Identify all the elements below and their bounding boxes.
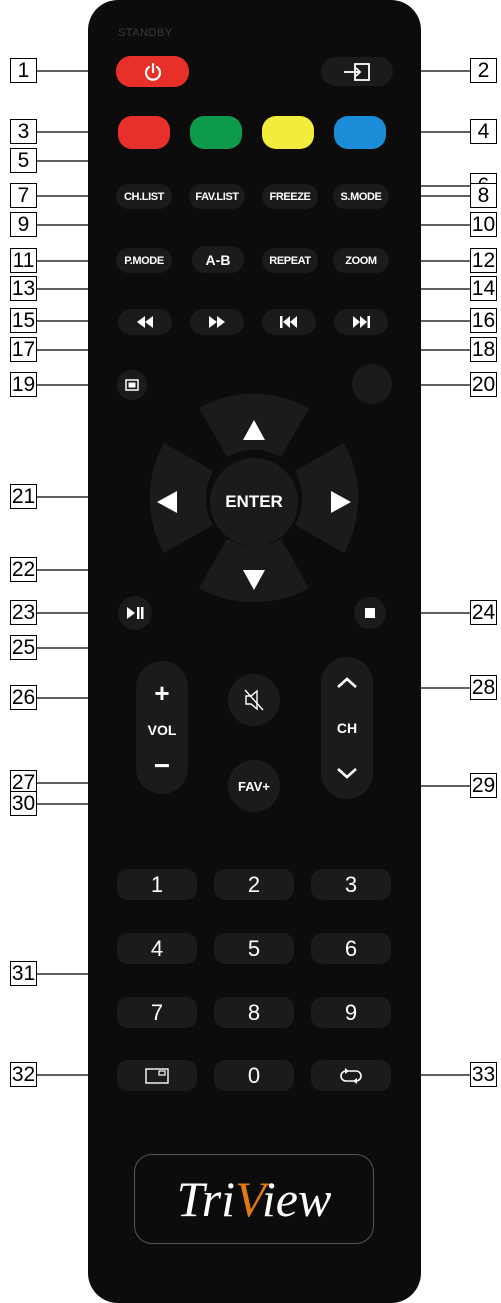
play-pause-icon — [127, 607, 144, 619]
callout-7: 7 — [10, 183, 37, 208]
fav-list-button[interactable]: FAV.LIST — [189, 184, 245, 209]
number-key-6[interactable]: 6 — [311, 933, 391, 964]
channel-label: CH — [336, 720, 358, 736]
callout-32: 32 — [10, 1062, 37, 1087]
power-icon — [144, 62, 161, 81]
callout-12: 12 — [470, 248, 497, 273]
stop-icon — [365, 608, 375, 618]
callout-23: 23 — [10, 600, 37, 625]
callout-24: 24 — [470, 600, 497, 625]
channel-rocker: CH — [321, 657, 373, 799]
number-key-1[interactable]: 1 — [117, 869, 197, 900]
volume-down-button[interactable]: − — [154, 752, 170, 780]
arrow-right-button[interactable] — [295, 443, 359, 553]
callout-9: 9 — [10, 212, 37, 237]
callout-20: 20 — [470, 372, 497, 397]
callout-16: 16 — [470, 308, 497, 333]
a-b-button[interactable]: A-B — [192, 246, 244, 273]
stop-button[interactable] — [354, 597, 386, 629]
p-mode-button[interactable]: P.MODE — [116, 248, 172, 273]
number-key-5[interactable]: 5 — [214, 933, 294, 964]
callout-33: 33 — [470, 1062, 497, 1087]
green-button[interactable] — [190, 116, 242, 149]
volume-up-button[interactable]: + — [154, 680, 169, 706]
callout-21: 21 — [10, 484, 37, 509]
rewind-icon — [137, 316, 153, 328]
number-key-0[interactable]: 0 — [214, 1060, 294, 1091]
next-track-icon — [353, 316, 370, 328]
callout-15: 15 — [10, 308, 37, 333]
number-key-9[interactable]: 9 — [311, 997, 391, 1028]
power-button[interactable] — [116, 56, 189, 87]
s-mode-button[interactable]: S.MODE — [333, 184, 389, 209]
screen-icon — [125, 379, 139, 391]
rewind-button[interactable] — [118, 309, 172, 335]
number-key-3[interactable]: 3 — [311, 869, 391, 900]
arrow-left-button[interactable] — [149, 443, 213, 553]
volume-rocker: + VOL − — [136, 661, 188, 794]
red-button[interactable] — [118, 116, 170, 149]
return-icon — [340, 1067, 362, 1084]
freeze-button[interactable]: FREEZE — [262, 184, 318, 209]
callout-29: 29 — [470, 773, 497, 798]
return-button[interactable] — [311, 1060, 391, 1091]
logo-text: TriView — [176, 1171, 332, 1227]
number-key-7[interactable]: 7 — [117, 997, 197, 1028]
callout-25: 25 — [10, 635, 37, 660]
triview-logo: TriView — [134, 1154, 374, 1244]
fast-forward-button[interactable] — [190, 309, 244, 335]
number-key-2[interactable]: 2 — [214, 869, 294, 900]
fav-plus-button[interactable]: FAV+ — [228, 760, 280, 812]
callout-10: 10 — [470, 212, 497, 237]
standby-label: STANDBY — [118, 27, 173, 39]
callout-4: 4 — [470, 119, 497, 144]
callout-31: 31 — [10, 961, 37, 986]
callout-1: 1 — [10, 58, 37, 83]
previous-track-button[interactable] — [262, 309, 316, 335]
callout-22: 22 — [10, 557, 37, 582]
callout-19: 19 — [10, 372, 37, 397]
ch-list-button[interactable]: CH.LIST — [116, 184, 172, 209]
volume-label: VOL — [147, 721, 177, 738]
aspect-button[interactable] — [117, 1060, 197, 1091]
fast-forward-icon — [209, 316, 225, 328]
previous-track-icon — [280, 316, 297, 328]
callout-28: 28 — [470, 675, 497, 700]
mute-button[interactable] — [228, 674, 280, 726]
callout-13: 13 — [10, 276, 37, 301]
callout-26: 26 — [10, 685, 37, 710]
chevron-up-icon[interactable] — [336, 677, 358, 689]
input-source-icon — [344, 62, 370, 81]
callout-17: 17 — [10, 337, 37, 362]
number-key-8[interactable]: 8 — [214, 997, 294, 1028]
next-track-button[interactable] — [334, 309, 388, 335]
callout-11: 11 — [10, 248, 37, 273]
chevron-down-icon[interactable] — [336, 767, 358, 779]
callout-8: 8 — [470, 183, 497, 208]
callout-5: 5 — [10, 148, 37, 173]
callout-18: 18 — [470, 337, 497, 362]
callout-14: 14 — [470, 276, 497, 301]
number-key-4[interactable]: 4 — [117, 933, 197, 964]
enter-button[interactable]: ENTER — [210, 458, 298, 546]
input-source-button[interactable] — [321, 57, 393, 86]
callout-3: 3 — [10, 119, 37, 144]
play-pause-button[interactable] — [118, 596, 152, 630]
zoom-button[interactable]: ZOOM — [333, 248, 389, 273]
yellow-button[interactable] — [262, 116, 314, 149]
blue-button[interactable] — [334, 116, 386, 149]
mute-icon — [244, 689, 264, 711]
callout-2: 2 — [470, 58, 497, 83]
repeat-button[interactable]: REPEAT — [262, 248, 318, 273]
callout-30: 30 — [10, 791, 37, 816]
aspect-icon — [145, 1067, 169, 1084]
